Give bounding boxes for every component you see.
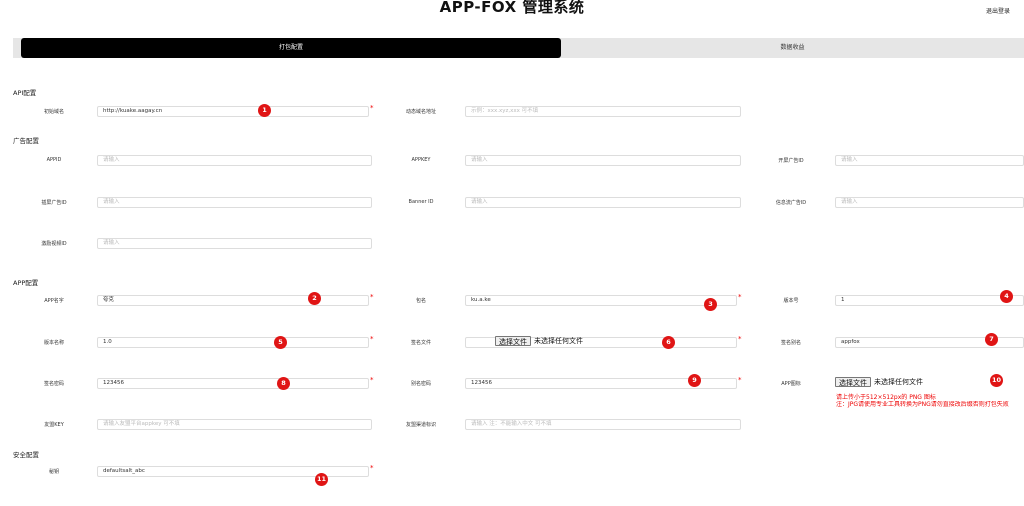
annotation-badge: 4: [1000, 290, 1013, 303]
section-security-title: 安全配置: [13, 451, 39, 459]
umeng-channel-label: 友盟渠道标识: [405, 422, 436, 428]
tab-data-revenue[interactable]: 数据收益: [561, 38, 1024, 58]
required-mark: *: [370, 104, 374, 112]
annotation-badge: 2: [308, 292, 321, 305]
section-app-title: APP配置: [13, 279, 39, 287]
sign-file-label: 签名文件: [410, 340, 431, 346]
init-domain-label: 初始域名: [43, 109, 64, 115]
init-domain-input[interactable]: http://kuake.aagay.cn: [97, 106, 369, 117]
appkey-input[interactable]: 请输入: [465, 155, 741, 166]
appid-label: APPID: [46, 157, 62, 163]
sign-alias-label: 签名别名: [780, 340, 801, 346]
annotation-badge: 1: [258, 104, 271, 117]
annotation-badge: 7: [985, 333, 998, 346]
secret-label: 秘钥: [48, 469, 59, 475]
annotation-badge: 6: [662, 336, 675, 349]
feed-ad-input[interactable]: 请输入: [835, 197, 1024, 208]
logout-link[interactable]: 退出登录: [986, 6, 1010, 15]
required-mark: *: [370, 376, 374, 384]
sign-password-input[interactable]: 123456: [97, 378, 369, 389]
appid-input[interactable]: 请输入: [97, 155, 372, 166]
version-code-label: 版本号: [783, 298, 799, 304]
alias-password-label: 别名密码: [410, 381, 431, 387]
section-ad-title: 广告配置: [13, 137, 39, 145]
required-mark: *: [370, 464, 374, 472]
annotation-badge: 11: [315, 473, 328, 486]
package-name-label: 包名: [415, 298, 426, 304]
tab-bar: 打包配置 数据收益: [13, 38, 1024, 58]
version-code-input[interactable]: 1: [835, 295, 1024, 306]
package-name-input[interactable]: ku.a.ke: [465, 295, 737, 306]
banner-id-label: Banner ID: [408, 199, 434, 205]
required-mark: *: [370, 335, 374, 343]
app-icon-label: APP图标: [781, 381, 801, 387]
app-icon-choose-button[interactable]: 选择文件: [835, 376, 871, 387]
splash-ad-label: 开屏广告ID: [778, 158, 804, 164]
umeng-key-label: 友盟KEY: [44, 422, 64, 428]
app-icon-picker: 选择文件 未选择任何文件: [835, 376, 923, 387]
section-api-title: API配置: [13, 89, 37, 97]
reward-video-input[interactable]: 请输入: [97, 238, 372, 249]
sign-password-label: 签名密码: [43, 381, 64, 387]
required-mark: *: [738, 376, 742, 384]
required-mark: *: [738, 335, 742, 343]
annotation-badge: 5: [274, 336, 287, 349]
annotation-badge: 3: [704, 298, 717, 311]
app-icon-hint-format: 注：JPG请使用专业工具转换为PNG请勿直接改后缀否则打包失败: [836, 401, 1009, 408]
reward-video-label: 激励视频ID: [41, 241, 67, 247]
secret-input[interactable]: defaultsalt_abc: [97, 466, 369, 477]
annotation-badge: 10: [990, 374, 1003, 387]
umeng-channel-input[interactable]: 请输入 注：不能输入中文 可不填: [465, 419, 741, 430]
sign-file-choose-button[interactable]: 选择文件: [495, 335, 531, 346]
page-title: APP-FOX 管理系统: [439, 0, 585, 16]
version-name-input[interactable]: 1.0: [97, 337, 369, 348]
required-mark: *: [738, 293, 742, 301]
splash-ad-input[interactable]: 请输入: [835, 155, 1024, 166]
interstitial-ad-label: 插屏广告ID: [41, 200, 67, 206]
sign-file-status: 未选择任何文件: [534, 336, 583, 345]
feed-ad-label: 信息流广告ID: [775, 200, 807, 206]
app-icon-status: 未选择任何文件: [874, 377, 923, 386]
dynamic-domain-input[interactable]: 示例：xxx.xyz,xxx 可不填: [465, 106, 741, 117]
app-name-label: APP名字: [44, 298, 64, 304]
tab-packaging-config[interactable]: 打包配置: [21, 38, 561, 58]
annotation-badge: 9: [688, 374, 701, 387]
version-name-label: 版本名称: [43, 340, 64, 346]
umeng-key-input[interactable]: 请输入友盟平台appkey 可不填: [97, 419, 372, 430]
sign-file-picker: 选择文件 未选择任何文件: [495, 335, 583, 346]
dynamic-domain-label: 动态域名地址: [405, 109, 436, 115]
interstitial-ad-input[interactable]: 请输入: [97, 197, 372, 208]
banner-id-input[interactable]: 请输入: [465, 197, 741, 208]
app-name-input[interactable]: 夸克: [97, 295, 369, 306]
required-mark: *: [370, 293, 374, 301]
annotation-badge: 8: [277, 377, 290, 390]
appkey-label: APPKEY: [411, 157, 431, 163]
